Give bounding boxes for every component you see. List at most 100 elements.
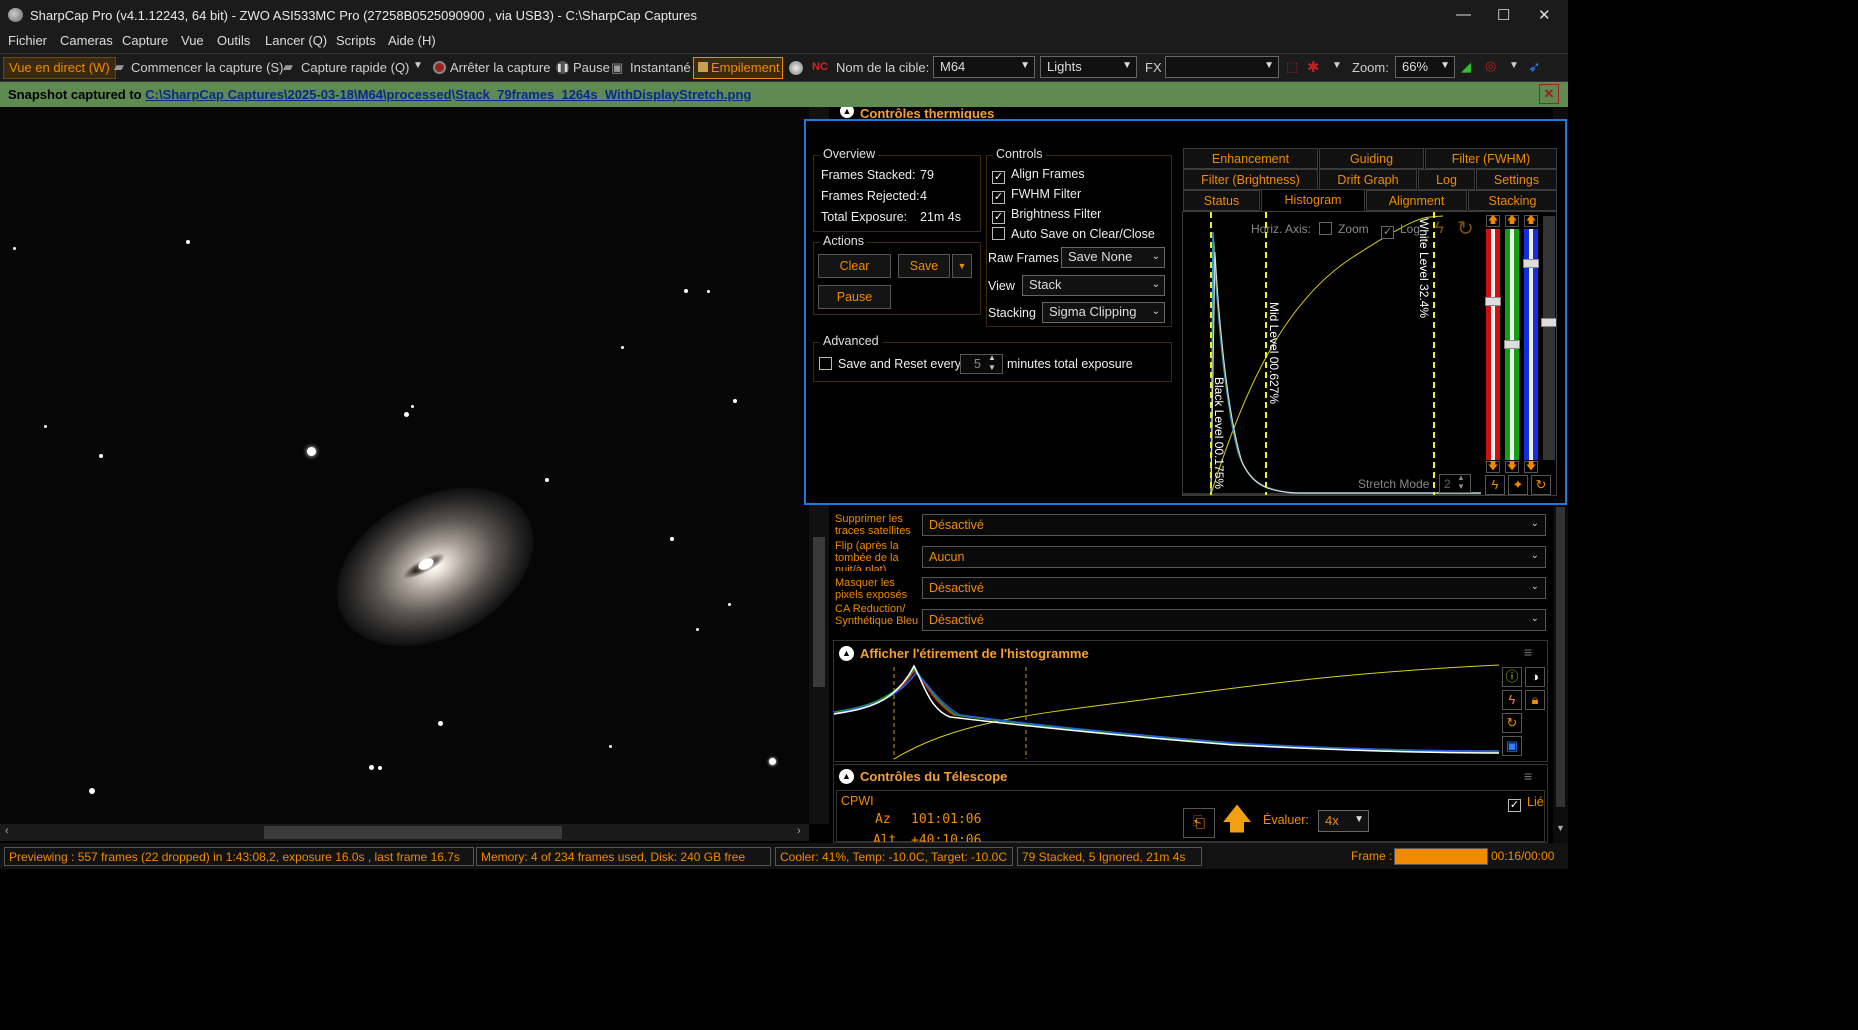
frame-type-select[interactable]: Lights ▼ [1040,56,1137,78]
menu-scripts[interactable]: Scripts [336,33,376,48]
fwhm-filter-checkbox[interactable]: ✓ FWHM Filter [992,187,1081,204]
zoom-target-icon[interactable]: ◎ [1485,58,1496,74]
arrow-down-icon[interactable]: 🡇︎ [1486,461,1500,473]
target-icon[interactable]: NC [812,61,828,73]
telescope-icon[interactable]: ➶ [1528,58,1541,76]
live-view-button[interactable]: Vue en direct (W) [3,57,116,79]
ca-reduction-select[interactable]: Désactivé ⌄ [922,609,1546,631]
menu-outils[interactable]: Outils [217,33,250,48]
flip-select[interactable]: Aucun ⌄ [922,546,1546,568]
quick-capture-button[interactable]: Capture rapide (Q) [301,60,409,75]
reset-icon[interactable]: ↻ [1502,713,1522,733]
lock-icon[interactable]: 🔒︎ [1525,690,1545,710]
arrow-up-icon[interactable]: 🡅︎ [1486,215,1500,227]
tab-status[interactable]: Status [1183,190,1260,211]
arrow-down-icon[interactable]: 🡇︎ [1524,461,1538,473]
reticle-icon[interactable]: ⬚ [1286,59,1298,75]
scroll-down-icon[interactable]: ▼ [1556,823,1565,833]
clear-button[interactable]: Clear [818,254,891,278]
start-capture-button[interactable]: Commencer la capture (S) [131,60,283,75]
green-level-slider[interactable] [1504,229,1520,460]
chevron-down-icon[interactable]: ▼ [1509,60,1519,71]
blue-level-slider[interactable] [1523,229,1539,460]
chevron-down-icon[interactable]: ▼ [1332,60,1342,71]
luminance-slider-thumb[interactable] [1541,318,1556,327]
log-checkbox[interactable]: ✓ Log [1381,222,1420,239]
tab-settings[interactable]: Settings [1476,169,1557,190]
slew-north-icon[interactable]: 🡅︎ [1220,805,1254,839]
menu-vue[interactable]: Vue [181,33,204,48]
arrow-up-icon[interactable]: 🡅︎ [1505,215,1519,227]
scroll-left-icon[interactable]: ‹ [5,825,9,837]
info-icon[interactable]: ⓘ [1502,667,1522,687]
collapse-icon[interactable]: ▲ [839,769,854,784]
histogram-stretch-chart[interactable] [834,663,1502,761]
contrast-icon[interactable]: ◑ [1525,667,1545,687]
collapse-icon[interactable]: ▲ [840,107,854,118]
zoom-checkbox[interactable]: Zoom [1319,222,1369,236]
snapshot-file-link[interactable]: Stack_79frames_1264s_WithDisplayStretch.… [455,87,751,102]
zoom-select[interactable]: 66% ▼ [1395,56,1455,78]
red-level-slider[interactable] [1485,229,1501,460]
auto-stretch-icon[interactable]: ϟ [1485,475,1505,495]
auto-save-checkbox[interactable]: Auto Save on Clear/Close [992,227,1155,241]
menu-aide[interactable]: Aide (H) [388,33,436,48]
pause-button[interactable]: Pause [573,60,610,75]
satellite-trails-select[interactable]: Désactivé ⌄ [922,514,1546,536]
scroll-thumb[interactable] [813,537,825,687]
blue-slider-thumb[interactable] [1523,259,1539,268]
stepper-down-icon[interactable]: ▼ [1457,482,1465,491]
tab-guiding[interactable]: Guiding [1319,148,1424,169]
collapse-icon[interactable]: ▲ [839,646,854,661]
minimize-button[interactable]: — [1456,6,1471,23]
brightness-filter-checkbox[interactable]: ✓ Brightness Filter [992,207,1101,224]
scroll-thumb[interactable] [1556,507,1565,807]
scroll-thumb[interactable] [264,826,562,839]
menu-cameras[interactable]: Cameras [60,33,113,48]
star-stretch-icon[interactable]: ✦ [1508,475,1528,495]
histogram-icon[interactable]: ◢ [1461,59,1471,75]
menu-fichier[interactable]: Fichier [8,33,47,48]
notification-close-button[interactable]: ✕ [1539,84,1559,104]
close-button[interactable]: ✕ [1538,6,1551,24]
reset-icon[interactable]: ↻ [1457,216,1474,241]
mask-pixels-select[interactable]: Désactivé ⌄ [922,577,1546,599]
align-frames-checkbox[interactable]: ✓ Align Frames [992,167,1085,184]
tab-filter-brightness[interactable]: Filter (Brightness) [1183,169,1318,190]
stepper-up-icon[interactable]: ▲ [1457,473,1465,482]
minutes-stepper[interactable]: 5 ▲ ▼ [960,353,1003,374]
save-reset-checkbox[interactable]: Save and Reset every [819,357,961,371]
save-icon[interactable]: ▣ [1502,736,1522,756]
tab-log[interactable]: Log [1418,169,1475,190]
auto-stretch-icon[interactable]: ϟ [1435,218,1444,238]
image-viewer[interactable] [0,107,809,824]
goto-home-icon[interactable]: ⎗ [1183,808,1215,838]
reset-icon[interactable]: ↻ [1531,475,1551,495]
stack-histogram-chart[interactable] [1183,212,1481,496]
tab-filter-fwhm[interactable]: Filter (FWHM) [1425,148,1557,169]
pause-stack-button[interactable]: Pause [818,285,891,309]
menu-icon[interactable]: ≡ [1524,644,1532,660]
menu-lancer[interactable]: Lancer (Q) [265,33,327,48]
stop-capture-button[interactable]: Arrêter la capture [450,60,550,75]
stacking-method-select[interactable]: Sigma Clipping ⌄ [1042,302,1165,323]
stretch-mode-stepper[interactable]: 2 ▲ ▼ [1439,473,1471,493]
scroll-right-icon[interactable]: › [797,825,801,837]
target-name-input[interactable]: M64 ▼ [933,56,1035,78]
tab-drift-graph[interactable]: Drift Graph [1319,169,1417,190]
tab-enhancement[interactable]: Enhancement [1183,148,1318,169]
slew-rate-select[interactable]: 4x ▼ [1318,810,1369,832]
menu-capture[interactable]: Capture [122,33,168,48]
arrow-up-icon[interactable]: 🡅︎ [1524,215,1538,227]
luminance-level-slider[interactable] [1541,216,1556,460]
maximize-button[interactable]: ☐ [1497,6,1510,24]
save-options-button[interactable]: ▼ [952,254,972,278]
view-select[interactable]: Stack ⌄ [1022,275,1165,296]
chevron-down-icon[interactable]: ▼ [413,60,423,71]
moon-icon[interactable] [789,61,803,75]
tab-alignment[interactable]: Alignment [1366,190,1467,211]
green-slider-thumb[interactable] [1504,340,1520,349]
arrow-down-icon[interactable]: 🡇︎ [1505,461,1519,473]
red-slider-thumb[interactable] [1485,297,1501,306]
auto-stretch-icon[interactable]: ϟ [1502,690,1522,710]
